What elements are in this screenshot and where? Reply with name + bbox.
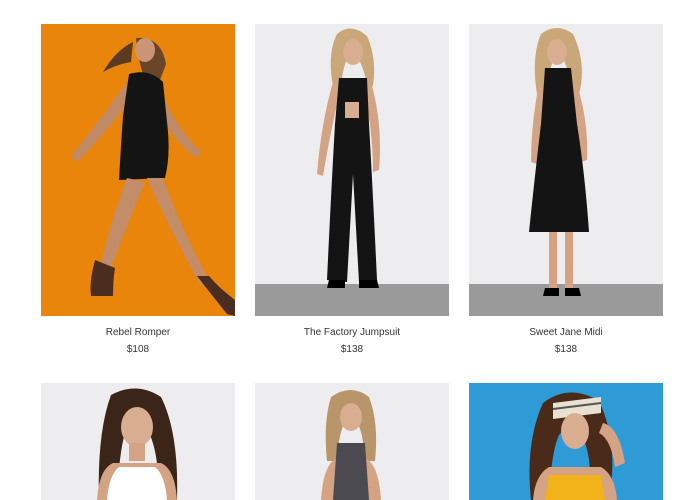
- product-image[interactable]: [469, 24, 663, 316]
- product-image[interactable]: [469, 383, 663, 500]
- product-card-rebel-romper[interactable]: Rebel Romper $108: [41, 24, 235, 383]
- product-card-yellow-top[interactable]: [469, 383, 663, 500]
- product-grid: Rebel Romper $108 The Factory Jumpsuit $…: [41, 24, 663, 500]
- model-photo-studio-backdrop: [469, 24, 663, 316]
- product-price: $138: [554, 344, 578, 355]
- model-photo-blue-backdrop: [469, 383, 663, 500]
- product-image[interactable]: [41, 383, 235, 500]
- product-price: $108: [126, 344, 150, 355]
- product-image[interactable]: [255, 383, 449, 500]
- product-name[interactable]: The Factory Jumpsuit: [304, 326, 400, 339]
- product-grid-page: Rebel Romper $108 The Factory Jumpsuit $…: [0, 0, 700, 500]
- model-photo-studio-backdrop: [255, 24, 449, 316]
- product-name[interactable]: Rebel Romper: [106, 326, 170, 339]
- model-photo-studio-backdrop: [255, 383, 449, 500]
- product-card-grey-halter[interactable]: [255, 383, 449, 500]
- model-photo-studio-backdrop: [41, 383, 235, 500]
- product-price: $138: [340, 344, 364, 355]
- product-card-white-top[interactable]: [41, 383, 235, 500]
- product-card-factory-jumpsuit[interactable]: The Factory Jumpsuit $138: [255, 24, 449, 383]
- product-card-sweet-jane-midi[interactable]: Sweet Jane Midi $138: [469, 24, 663, 383]
- product-image[interactable]: [41, 24, 235, 316]
- product-image[interactable]: [255, 24, 449, 316]
- product-name[interactable]: Sweet Jane Midi: [529, 326, 602, 339]
- model-photo-orange-backdrop: [41, 24, 235, 316]
